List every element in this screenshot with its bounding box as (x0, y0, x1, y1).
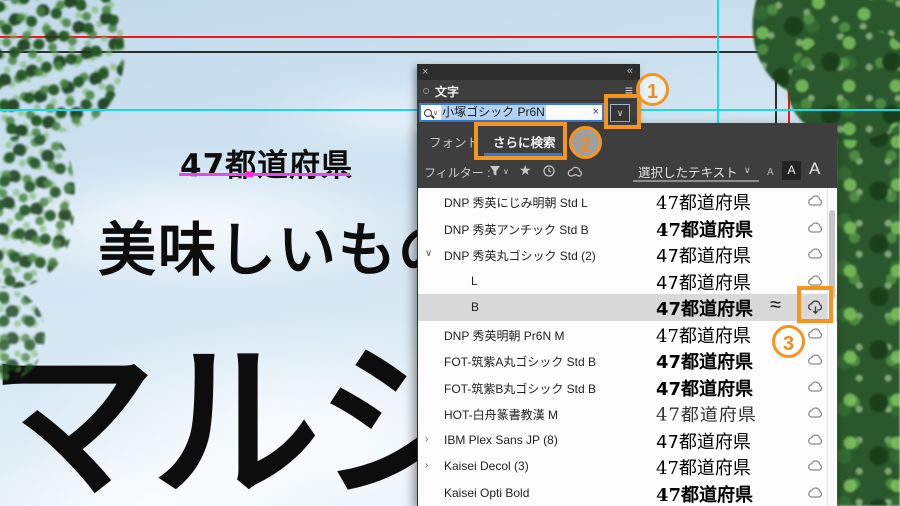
font-name: DNP 秀英明朝 Pr6N M (444, 328, 565, 343)
tab-dot-icon (423, 88, 429, 94)
font-row[interactable]: › Kaisei Decol (3) 47都道府県 (418, 453, 837, 480)
tab-fonts[interactable]: フォント (429, 132, 479, 151)
font-preview-sample: 47都道府県 (656, 484, 754, 506)
sample-size-medium-button[interactable]: A (782, 161, 801, 180)
adobe-fonts-cloud-icon[interactable] (807, 194, 825, 209)
font-name: IBM Plex Sans JP (8) (444, 432, 558, 447)
font-name: Kaisei Decol (3) (444, 459, 529, 473)
collapse-panel-icon[interactable]: « (627, 64, 633, 79)
font-preview-sample: 47都道府県 (656, 219, 754, 241)
font-name: DNP 秀英アンチック Std B (444, 222, 589, 237)
font-name: B (471, 300, 480, 314)
sample-text-select[interactable]: 選択したテキスト (638, 162, 738, 181)
cyan-guide-vertical (717, 0, 719, 123)
activated-fonts-filter-icon[interactable] (567, 166, 584, 178)
search-value-selected: 小塚ゴシック Pr6N (441, 105, 546, 120)
font-preview-sample: 47都道府県 (656, 431, 751, 453)
adobe-fonts-cloud-icon[interactable] (807, 433, 825, 448)
font-preview-sample: 47都道府県 (656, 299, 754, 320)
annotation-step-2: 2 (569, 126, 602, 159)
collapse-family-icon[interactable]: ∨ (425, 248, 432, 259)
font-row[interactable]: Kaisei Opti Bold 47都道府県 (418, 480, 837, 506)
annotation-step-3: 3 (772, 325, 805, 358)
adobe-fonts-cloud-icon[interactable] (807, 221, 825, 236)
filter-funnel-icon[interactable] (489, 165, 501, 177)
font-name: L (471, 273, 478, 288)
text-selection-underline (179, 173, 350, 176)
search-icon (424, 108, 432, 117)
annotation-step-1: 1 (636, 73, 669, 106)
font-row[interactable]: › IBM Plex Sans JP (8) 47都道府県 (418, 427, 837, 454)
font-row[interactable]: L 47都道府県 (418, 268, 837, 295)
indesign-workspace: 47都道府県 美味しいもの マルシ × « 文字 ≡ ∨ 小塚ゴシック Pr6N… (0, 0, 900, 506)
font-name: Kaisei Opti Bold (444, 485, 530, 500)
font-row[interactable]: B 47都道府県 ≈ (418, 294, 837, 321)
font-name: FOT-筑紫B丸ゴシック Std B (444, 381, 597, 396)
similar-font-indicator: ≈ (770, 294, 781, 316)
recent-filter-icon[interactable] (543, 165, 555, 177)
font-preview-sample: 47都道府県 (656, 272, 751, 294)
artwork-headline: 47都道府県 (180, 148, 354, 184)
search-options-caret-icon[interactable]: ∨ (433, 109, 438, 117)
expand-family-icon[interactable]: › (425, 434, 428, 445)
adobe-fonts-cloud-icon[interactable] (807, 380, 825, 395)
filter-caret-icon[interactable]: ∨ (503, 167, 509, 176)
filter-label: フィルター : (424, 166, 491, 180)
panel-tab-character[interactable]: 文字 (435, 83, 459, 100)
font-row[interactable]: ∨ DNP 秀英丸ゴシック Std (2) 47都道府県 (418, 241, 837, 268)
adobe-fonts-cloud-icon[interactable] (807, 353, 825, 368)
clear-search-icon[interactable]: × (593, 105, 599, 120)
artwork-line2: 美味しいもの (98, 216, 459, 284)
font-preview-sample: 47都道府県 (656, 325, 751, 347)
favorites-filter-icon[interactable]: ★ (519, 162, 532, 179)
expand-family-icon[interactable]: › (425, 460, 428, 471)
font-name: DNP 秀英にじみ明朝 Std L (444, 196, 588, 210)
font-name: FOT-筑紫A丸ゴシック Std B (444, 355, 597, 369)
artwork-line3: マルシ (0, 326, 484, 506)
font-preview-sample: 47都道府県 (656, 352, 754, 373)
font-name: HOT-白舟篆書教漢 M (444, 408, 558, 422)
font-row[interactable]: DNP 秀英アンチック Std B 47都道府県 (418, 215, 837, 242)
sample-text-caret-icon[interactable]: ∨ (744, 165, 751, 176)
font-preview-sample: 47都道府県 (656, 378, 754, 400)
adobe-fonts-cloud-icon[interactable] (807, 406, 825, 421)
sample-size-large-button[interactable]: A (809, 159, 820, 179)
adobe-fonts-cloud-icon[interactable] (807, 459, 825, 474)
sample-size-small-button[interactable]: A (767, 167, 774, 178)
font-row[interactable]: FOT-筑紫B丸ゴシック Std B 47都道府県 (418, 374, 837, 401)
annotation-box-find-more-tab (474, 122, 567, 160)
panel-titlebar: × « (417, 64, 640, 80)
font-row[interactable]: DNP 秀英にじみ明朝 Std L 47都道府県 (418, 188, 837, 215)
font-row[interactable]: HOT-白舟篆書教漢 M 47都道府県 (418, 400, 837, 427)
annotation-box-activate-icon (797, 286, 833, 323)
font-search-input[interactable]: ∨ 小塚ゴシック Pr6N × (419, 103, 604, 122)
adobe-fonts-cloud-icon[interactable] (807, 486, 825, 501)
font-preview-sample: 47都道府県 (656, 193, 751, 214)
font-preview-sample: 47都道府県 (656, 405, 757, 426)
sample-text-underline (633, 180, 759, 182)
adobe-fonts-cloud-icon[interactable] (807, 247, 825, 262)
font-preview-sample: 47都道府県 (656, 458, 751, 479)
font-name: DNP 秀英丸ゴシック Std (2) (444, 249, 596, 263)
font-preview-sample: 47都道府県 (656, 246, 751, 267)
selection-handle (245, 172, 253, 177)
font-search-dropdown: フォント さらに検索 フィルター : ∨ ★ 選択したテキスト ∨ A A A … (417, 123, 837, 506)
annotation-box-dropdown-button (604, 94, 641, 129)
close-icon[interactable]: × (422, 65, 428, 79)
adobe-fonts-cloud-icon[interactable] (807, 327, 825, 342)
